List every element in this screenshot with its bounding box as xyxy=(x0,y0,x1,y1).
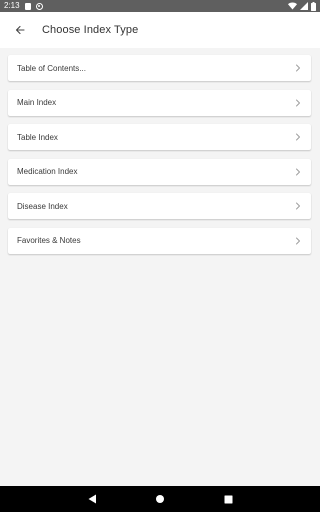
index-item-label: Table of Contents... xyxy=(17,63,86,73)
index-item-label: Favorites & Notes xyxy=(17,236,81,245)
chevron-right-icon xyxy=(294,237,302,245)
chevron-right-icon xyxy=(294,168,302,176)
index-item-main-index[interactable]: Main Index xyxy=(8,89,311,116)
nav-recents-button[interactable] xyxy=(213,486,243,512)
index-item-medication-index[interactable]: Medication Index xyxy=(8,158,311,185)
chevron-right-icon xyxy=(294,202,302,210)
signal-icon xyxy=(300,2,308,10)
notification-square-icon xyxy=(24,2,31,10)
system-nav-bar xyxy=(0,486,320,512)
back-button[interactable] xyxy=(0,12,40,48)
recents-square-icon xyxy=(224,495,232,503)
nav-back-button[interactable] xyxy=(77,486,107,512)
index-type-list: Table of Contents... Main Index Table In… xyxy=(8,55,311,262)
app-bar: Choose Index Type xyxy=(0,12,320,48)
index-item-disease-index[interactable]: Disease Index xyxy=(8,193,311,219)
screen: 2:13 Choose Index Type Table of Contents… xyxy=(0,0,320,512)
back-triangle-icon xyxy=(88,494,96,504)
arrow-left-icon xyxy=(15,25,25,35)
index-item-label: Table Index xyxy=(17,132,58,142)
index-item-favorites-notes[interactable]: Favorites & Notes xyxy=(8,227,311,254)
page-title: Choose Index Type xyxy=(42,24,139,36)
index-item-table-of-contents[interactable]: Table of Contents... xyxy=(8,55,311,81)
battery-icon xyxy=(311,1,316,11)
data-saver-icon xyxy=(35,2,43,10)
home-circle-icon xyxy=(156,495,164,503)
wifi-icon xyxy=(288,2,297,10)
nav-home-button[interactable] xyxy=(145,486,175,512)
status-right xyxy=(288,1,316,11)
status-bar: 2:13 xyxy=(0,0,320,12)
status-left: 2:13 xyxy=(4,0,43,12)
status-time: 2:13 xyxy=(4,1,20,10)
index-item-table-index[interactable]: Table Index xyxy=(8,124,311,150)
chevron-right-icon xyxy=(294,133,302,141)
index-item-label: Medication Index xyxy=(17,167,78,176)
index-item-label: Disease Index xyxy=(17,201,68,211)
index-item-label: Main Index xyxy=(17,98,57,107)
chevron-right-icon xyxy=(294,99,302,107)
chevron-right-icon xyxy=(294,64,302,72)
